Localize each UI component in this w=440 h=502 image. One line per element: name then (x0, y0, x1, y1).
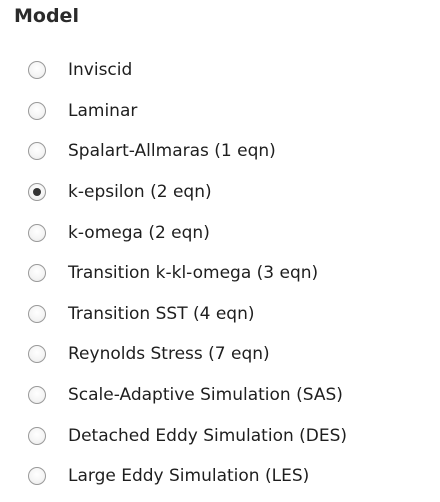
option-label: Large Eddy Simulation (LES) (68, 466, 310, 487)
model-radio-group: Model Inviscid Laminar Spalart-Allmaras … (0, 0, 440, 502)
radio-button[interactable] (28, 61, 46, 80)
radio-button-selected[interactable] (28, 183, 46, 202)
radio-button[interactable] (28, 426, 46, 445)
option-label: Scale-Adaptive Simulation (SAS) (68, 385, 343, 406)
option-label: Transition k-kl-omega (3 eqn) (68, 263, 319, 284)
radio-button[interactable] (28, 345, 46, 364)
option-label: Laminar (68, 100, 138, 121)
option-label: Spalart-Allmaras (1 eqn) (68, 141, 276, 162)
option-label: Reynolds Stress (7 eqn) (68, 344, 270, 365)
radio-button[interactable] (28, 223, 46, 242)
option-label: Inviscid (68, 60, 133, 81)
radio-button[interactable] (28, 386, 46, 405)
radio-button[interactable] (28, 304, 46, 323)
option-label: k-omega (2 eqn) (68, 222, 210, 243)
radio-button[interactable] (28, 467, 46, 486)
option-label: Transition SST (4 eqn) (68, 303, 255, 324)
radio-button[interactable] (28, 101, 46, 120)
option-label: Detached Eddy Simulation (DES) (68, 425, 348, 446)
radio-button[interactable] (28, 142, 46, 161)
option-label: k-epsilon (2 eqn) (68, 182, 212, 203)
radio-button[interactable] (28, 264, 46, 283)
group-title: Model (14, 5, 79, 27)
